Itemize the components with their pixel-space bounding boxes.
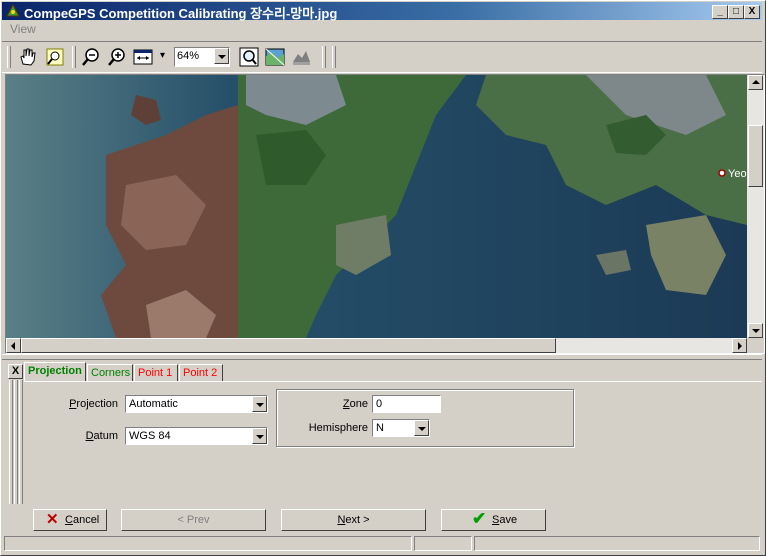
pan-hand-icon[interactable] xyxy=(16,46,38,68)
scroll-up-button[interactable] xyxy=(748,75,763,90)
datum-label: Datum xyxy=(85,430,118,442)
zoom-dropdown-button[interactable] xyxy=(214,48,229,64)
window-title: CompeGPS Competition Calibrating 장수리-망마.… xyxy=(24,6,338,21)
panel-grip[interactable] xyxy=(9,380,13,504)
projection-select[interactable]: Automatic xyxy=(125,395,268,413)
zoom-in-icon[interactable] xyxy=(106,46,128,68)
panel-close-button[interactable]: X xyxy=(8,364,23,379)
menu-view[interactable]: View xyxy=(10,22,36,36)
checkmark-icon: ✔ xyxy=(472,509,487,528)
panel-splitter[interactable] xyxy=(2,354,762,360)
status-pane xyxy=(4,536,412,551)
fit-dropdown-arrow-icon[interactable]: ▾ xyxy=(160,50,165,61)
magnifier-icon[interactable] xyxy=(238,46,260,68)
zone-input[interactable]: 0 xyxy=(372,395,441,413)
menu-bar: View xyxy=(2,21,762,39)
cancel-button[interactable]: ✕ Cancel xyxy=(33,509,107,531)
tab-point-2[interactable]: Point 2 xyxy=(179,364,223,381)
3d-view-icon[interactable] xyxy=(290,46,312,68)
zoom-area-icon[interactable] xyxy=(44,46,66,68)
maximize-button[interactable]: □ xyxy=(728,5,744,19)
vertical-scroll-thumb[interactable] xyxy=(748,125,763,187)
zone-label: Zone xyxy=(342,398,368,410)
horizontal-scrollbar[interactable] xyxy=(6,338,747,353)
toolbar-separator xyxy=(72,46,76,68)
toolbar-grip[interactable] xyxy=(7,46,11,68)
title-bar: CompeGPS Competition Calibrating 장수리-망마.… xyxy=(2,2,762,21)
map-frame: Yeo xyxy=(5,74,765,354)
projection-dropdown-button[interactable] xyxy=(252,396,267,412)
satellite-image: Yeo xyxy=(6,75,747,338)
toolbar-separator xyxy=(322,46,326,68)
prev-button[interactable]: < Prev xyxy=(121,509,266,531)
fit-window-icon[interactable] xyxy=(132,46,154,68)
cancel-x-icon: ✕ xyxy=(46,511,59,528)
app-icon xyxy=(6,4,20,17)
datum-select[interactable]: WGS 84 xyxy=(125,427,268,445)
save-button[interactable]: ✔ Save xyxy=(441,509,546,531)
scroll-down-button[interactable] xyxy=(748,323,763,338)
panel-grip[interactable] xyxy=(19,380,23,504)
hemisphere-dropdown-button[interactable] xyxy=(414,420,429,436)
zoom-select[interactable]: 64% xyxy=(174,47,230,67)
map-layers-icon[interactable] xyxy=(264,46,286,68)
zoom-out-icon[interactable] xyxy=(80,46,102,68)
hemisphere-label: Hemisphere xyxy=(308,422,368,434)
scroll-left-button[interactable] xyxy=(6,338,21,353)
scroll-right-button[interactable] xyxy=(732,338,747,353)
tab-corners[interactable]: Corners xyxy=(87,364,133,381)
status-bar xyxy=(2,535,762,553)
status-pane xyxy=(474,536,760,551)
toolbar-separator xyxy=(332,46,336,68)
hemisphere-select[interactable]: N xyxy=(372,419,430,437)
tab-projection[interactable]: Projection xyxy=(24,362,86,382)
datum-dropdown-button[interactable] xyxy=(252,428,267,444)
tab-point-1[interactable]: Point 1 xyxy=(134,364,178,381)
minimize-button[interactable]: _ xyxy=(712,5,728,19)
projection-label: Projection xyxy=(69,398,118,410)
horizontal-scroll-thumb[interactable] xyxy=(21,338,556,353)
toolbar: ▾ 64% xyxy=(2,41,762,73)
close-button[interactable]: X xyxy=(744,5,760,19)
status-pane xyxy=(414,536,472,551)
vertical-scrollbar[interactable] xyxy=(747,75,764,338)
next-button[interactable]: Next > xyxy=(281,509,426,531)
map-image[interactable]: Yeo xyxy=(6,75,747,338)
map-place-label: Yeo xyxy=(728,168,747,180)
panel-grip[interactable] xyxy=(14,380,18,504)
